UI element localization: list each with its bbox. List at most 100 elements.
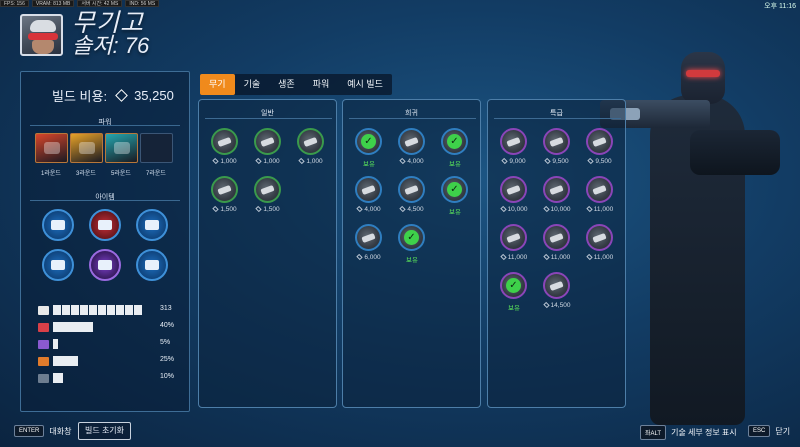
item-price: 보유	[392, 254, 432, 264]
ability-item[interactable]	[543, 128, 570, 155]
alt-key: 좌ALT	[640, 425, 667, 440]
ability-item[interactable]	[398, 128, 425, 155]
item-price: 1,500	[248, 206, 288, 213]
stat-value: 313	[160, 305, 172, 312]
item-price: 9,000	[494, 158, 534, 165]
stat-cooldown	[38, 372, 63, 384]
cooldown-icon	[38, 373, 49, 383]
power-round-label: 5라운드	[111, 171, 131, 177]
ability-item[interactable]	[586, 224, 613, 251]
ability-icon	[260, 136, 275, 147]
tab-5[interactable]: 예시 빌드	[338, 74, 392, 95]
power-slot-2[interactable]	[70, 133, 103, 163]
ability-icon	[549, 280, 564, 291]
ability-icon	[217, 184, 232, 195]
clock: 오후 11:16	[764, 3, 796, 10]
column-3: 특급 9,000 9,500 9,500 10,000 10,000 11,000 11,00…	[487, 99, 626, 408]
build-cost: 빌드 비용: 35,250	[52, 86, 174, 105]
hero-name: 솔저: 76	[72, 33, 150, 58]
item-slot-5[interactable]	[89, 249, 121, 281]
esc-key: ESC	[748, 425, 771, 437]
stat-value: 25%	[160, 356, 175, 363]
ability-icon	[303, 136, 318, 147]
item-price: 9,500	[537, 158, 577, 165]
ability-icon	[592, 232, 607, 243]
power-slot-4[interactable]	[140, 133, 173, 163]
item-price: 보유	[349, 158, 389, 168]
item-slot-3[interactable]	[136, 209, 168, 241]
ability-item[interactable]	[586, 128, 613, 155]
power-slot-1[interactable]	[35, 133, 68, 163]
ability-item[interactable]: ✓	[355, 128, 382, 155]
price-text: 4,000	[364, 206, 381, 213]
health-icon	[38, 305, 49, 315]
gem-icon	[399, 158, 407, 165]
item-price: 보유	[494, 302, 534, 312]
stat-value: 10%	[160, 373, 175, 380]
ind-readout: IND: 56 MS	[125, 0, 160, 7]
item-price: 1,500	[205, 206, 245, 213]
ability-item[interactable]: ✓	[441, 128, 468, 155]
ability-icon	[506, 232, 521, 243]
ability-item[interactable]	[543, 272, 570, 299]
items-divider	[30, 200, 180, 201]
gem-icon	[298, 158, 306, 165]
tab-1[interactable]: 무기	[200, 74, 235, 95]
hero-portrait	[20, 14, 63, 56]
item-slot-6[interactable]	[136, 249, 168, 281]
ability-icon	[361, 232, 376, 243]
ability-item[interactable]	[355, 176, 382, 203]
item-price: 4,000	[392, 158, 432, 165]
chat-hint[interactable]: ENTER 대화창	[14, 425, 71, 437]
price-text: 9,500	[595, 158, 612, 165]
gem-icon	[499, 206, 507, 213]
ability-item[interactable]	[500, 224, 527, 251]
ability-item[interactable]: ✓	[441, 176, 468, 203]
item-price: 6,000	[349, 254, 389, 261]
gem-icon	[212, 158, 220, 165]
column-title: 특급	[550, 110, 563, 117]
ability-item[interactable]: ✓	[398, 224, 425, 251]
owned-check-icon: ✓	[447, 182, 462, 197]
item-price: 11,000	[494, 254, 534, 261]
item-slot-2[interactable]	[89, 209, 121, 241]
item-price: 1,000	[205, 158, 245, 165]
ability-item[interactable]	[543, 176, 570, 203]
ability-icon	[549, 232, 564, 243]
ability-item[interactable]	[254, 176, 281, 203]
tab-4[interactable]: 파워	[304, 74, 339, 95]
build-cost-value: 35,250	[134, 88, 174, 103]
ability-item[interactable]	[543, 224, 570, 251]
ability-item[interactable]	[254, 128, 281, 155]
ability-item[interactable]	[500, 176, 527, 203]
ability-item[interactable]	[398, 176, 425, 203]
ability-item[interactable]: ✓	[500, 272, 527, 299]
fps-readout: FPS: 156	[0, 0, 29, 7]
gem-icon	[586, 206, 593, 213]
power-round-label: 3라운드	[76, 171, 96, 177]
hero-figure-arm	[690, 130, 780, 175]
reset-build-button[interactable]: 빌드 초기화	[78, 422, 132, 440]
tab-3[interactable]: 생존	[269, 74, 304, 95]
hero-figure-head	[681, 52, 725, 104]
item-slot-1[interactable]	[42, 209, 74, 241]
ability-item[interactable]	[586, 176, 613, 203]
owned-check-icon: ✓	[447, 134, 462, 149]
gem-icon	[255, 206, 263, 213]
ability-item[interactable]	[211, 128, 238, 155]
column-divider	[349, 118, 476, 119]
tab-2[interactable]: 기술	[235, 74, 270, 95]
power-slot-3[interactable]	[105, 133, 138, 163]
ability-item[interactable]	[211, 176, 238, 203]
detail-hint[interactable]: 좌ALT 기술 세부 정보 표시	[640, 425, 737, 440]
item-price: 10,000	[494, 206, 534, 213]
ability-item[interactable]	[355, 224, 382, 251]
item-price: 1,000	[248, 158, 288, 165]
ability-item[interactable]	[500, 128, 527, 155]
item-price: 보유	[435, 158, 475, 168]
item-slot-4[interactable]	[42, 249, 74, 281]
close-hint[interactable]: ESC 닫기	[748, 425, 790, 437]
ability-power-icon	[38, 339, 49, 349]
ability-item[interactable]	[297, 128, 324, 155]
item-icon	[98, 260, 112, 270]
